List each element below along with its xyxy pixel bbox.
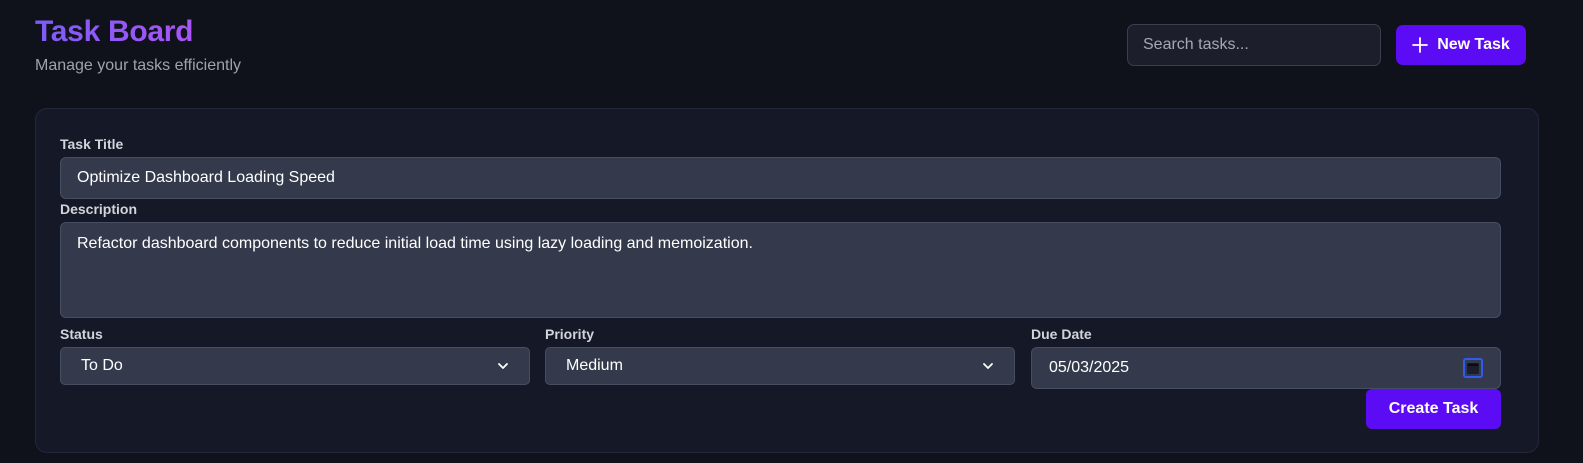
page-header: Task Board Manage your tasks efficiently…: [35, 14, 1539, 80]
priority-value: Medium: [566, 357, 623, 374]
priority-select[interactable]: Medium: [545, 347, 1015, 385]
status-value: To Do: [81, 357, 123, 374]
page-subtitle: Manage your tasks efficiently: [35, 57, 242, 74]
task-form-card: Task Title Description Refactor dashboar…: [35, 108, 1539, 453]
due-date-value: 05/03/2025: [1049, 359, 1130, 376]
calendar-icon[interactable]: [1463, 358, 1483, 378]
page-title: Task Board: [35, 15, 194, 48]
plus-icon: [1412, 37, 1429, 53]
create-task-button[interactable]: Create Task: [1366, 389, 1501, 429]
priority-label: Priority: [545, 326, 595, 342]
description-label: Description: [60, 201, 138, 217]
task-title-label: Task Title: [60, 136, 124, 152]
due-date-input[interactable]: 05/03/2025: [1031, 347, 1501, 389]
search-input[interactable]: [1127, 24, 1381, 66]
new-task-label: New Task: [1437, 36, 1510, 53]
chevron-down-icon: [983, 363, 993, 369]
chevron-down-icon: [498, 363, 508, 369]
description-textarea[interactable]: Refactor dashboard components to reduce …: [60, 222, 1501, 318]
due-date-label: Due Date: [1031, 326, 1092, 342]
new-task-button[interactable]: New Task: [1396, 25, 1526, 65]
task-title-input[interactable]: [60, 157, 1501, 199]
status-label: Status: [60, 326, 103, 342]
status-select[interactable]: To Do: [60, 347, 530, 385]
